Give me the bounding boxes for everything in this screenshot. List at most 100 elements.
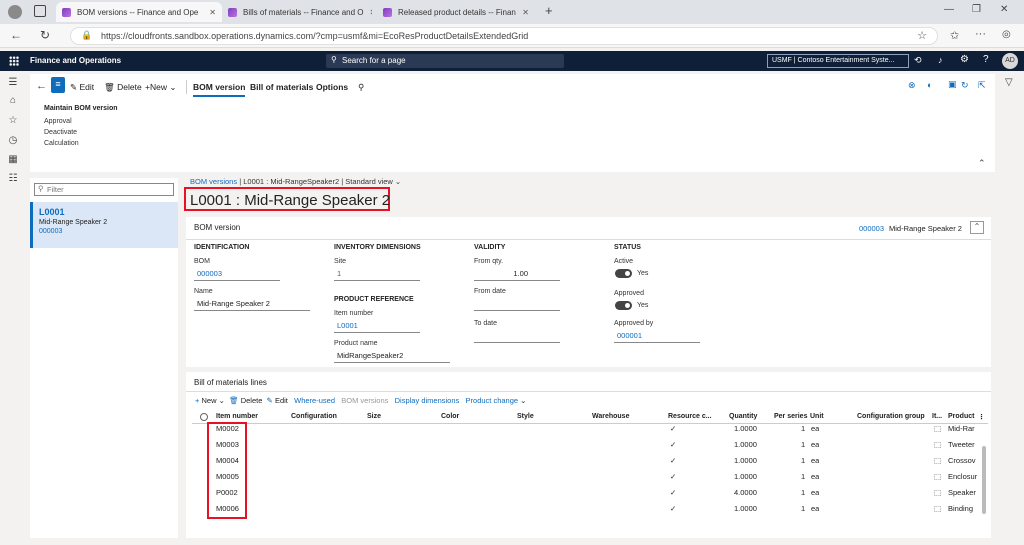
column-size[interactable]: Size: [367, 413, 381, 420]
copilot-icon[interactable]: ◎: [1002, 29, 1011, 40]
item-number-field[interactable]: L0001: [334, 321, 420, 333]
recent-clock-icon[interactable]: ◷: [7, 135, 19, 146]
browser-tab-bom-versions[interactable]: BOM versions -- Finance and Ope ✕: [56, 2, 222, 22]
restore-icon[interactable]: ❐: [972, 4, 981, 15]
view-selector[interactable]: Standard view ⌄: [345, 177, 401, 186]
table-row[interactable]: P0002 ✓ 4.0000 1 ea ⬚ Speaker: [192, 485, 982, 501]
back-arrow-icon[interactable]: ←: [36, 80, 47, 92]
copilot-icon[interactable]: ⟲: [914, 55, 922, 66]
filter-pane-icon[interactable]: ▽: [1005, 77, 1013, 88]
lines-delete-button[interactable]: 🗑 Delete: [229, 396, 262, 405]
settings-gear-icon[interactable]: ⚙: [960, 54, 969, 65]
refresh-icon[interactable]: ↻: [40, 28, 50, 42]
column-configuration[interactable]: Configuration: [291, 413, 337, 420]
product-name-field[interactable]: MidRangeSpeaker2: [334, 351, 450, 363]
browser-tab-bills-of-materials[interactable]: Bills of materials -- Finance and O ✕: [222, 2, 372, 22]
more-icon[interactable]: ···: [975, 28, 986, 40]
approved-toggle[interactable]: [615, 301, 632, 310]
profile-avatar-icon[interactable]: [8, 5, 22, 19]
bom-field[interactable]: 000003: [194, 269, 280, 281]
column-product[interactable]: Product: [948, 413, 974, 420]
select-all-radio[interactable]: [200, 413, 208, 421]
card-header[interactable]: Bill of materials lines: [194, 378, 267, 387]
help-icon[interactable]: ?: [983, 54, 989, 65]
table-row[interactable]: M0006 ✓ 1.0000 1 ea ⬚ Binding: [192, 501, 982, 517]
app-launcher-icon[interactable]: [9, 56, 19, 66]
workspaces-icon[interactable]: ▦: [7, 154, 19, 165]
column-style[interactable]: Style: [517, 413, 534, 420]
to-date-field[interactable]: [474, 331, 560, 343]
tab-actions-icon[interactable]: [34, 5, 46, 17]
action-search-icon[interactable]: ⚲: [358, 82, 364, 93]
column-per-series[interactable]: Per series: [774, 413, 807, 420]
back-icon[interactable]: ←: [10, 28, 22, 42]
favorites-star-icon[interactable]: ☆: [7, 115, 19, 126]
lines-new-button[interactable]: + New ⌄: [195, 396, 225, 405]
column-unit[interactable]: Unit: [810, 413, 824, 420]
user-avatar[interactable]: AD: [1002, 53, 1018, 69]
grid-scrollbar[interactable]: [982, 446, 986, 514]
close-tab-icon[interactable]: ✕: [516, 8, 529, 17]
refresh-page-icon[interactable]: ↻: [961, 80, 969, 91]
close-tab-icon[interactable]: ✕: [364, 8, 373, 17]
hamburger-menu-icon[interactable]: ☰: [7, 77, 19, 88]
close-window-icon[interactable]: ✕: [1000, 4, 1008, 15]
column-color[interactable]: Color: [441, 413, 459, 420]
tab-bom-version[interactable]: BOM version: [193, 82, 246, 97]
display-dimensions-button[interactable]: Display dimensions: [395, 396, 460, 405]
close-tab-icon[interactable]: ✕: [203, 8, 216, 17]
collapse-chevron-up-icon[interactable]: ⌃: [970, 221, 984, 234]
company-picker[interactable]: USMF | Contoso Entertainment Syste...: [767, 54, 909, 68]
column-item-number[interactable]: Item number: [216, 413, 258, 420]
edit-button[interactable]: ✎ Edit: [70, 82, 94, 93]
column-resource-consumption[interactable]: Resource c...: [668, 413, 712, 420]
column-quantity[interactable]: Quantity: [729, 413, 757, 420]
deactivate-button[interactable]: Deactivate: [44, 129, 77, 136]
table-row[interactable]: M0004 ✓ 1.0000 1 ea ⬚ Crossov: [192, 453, 982, 469]
tab-bill-of-materials[interactable]: Bill of materials: [250, 82, 313, 92]
approval-button[interactable]: Approval: [44, 118, 72, 125]
browser-tab-released-product[interactable]: Released product details -- Finan ✕: [377, 2, 535, 22]
card-header[interactable]: BOM version: [194, 223, 240, 232]
from-qty-field[interactable]: 1.00: [474, 269, 560, 281]
table-row[interactable]: M0003 ✓ 1.0000 1 ea ⬚ Tweeter: [192, 437, 982, 453]
list-view-icon[interactable]: ≡: [51, 77, 65, 93]
where-used-button[interactable]: Where-used: [294, 396, 335, 405]
url-field[interactable]: 🔒 https://cloudfronts.sandbox.operations…: [70, 27, 938, 45]
summary-code[interactable]: 000003: [859, 224, 884, 233]
product-change-button[interactable]: Product change ⌄: [466, 396, 527, 405]
collapse-action-pane-icon[interactable]: ⌃: [978, 158, 986, 169]
office-integration-icon[interactable]: ⊗: [908, 80, 916, 91]
from-date-field[interactable]: [474, 299, 560, 311]
global-search-input[interactable]: ⚲ Search for a page: [326, 54, 564, 68]
delete-button[interactable]: 🗑 Delete: [104, 82, 142, 93]
site-field[interactable]: 1: [334, 269, 420, 281]
bom-versions-button[interactable]: BOM versions: [341, 396, 388, 405]
filter-input[interactable]: ⚲ Filter: [34, 183, 174, 196]
notifications-icon[interactable]: ♪: [938, 55, 943, 65]
table-row[interactable]: M0005 ✓ 1.0000 1 ea ⬚ Enclosur: [192, 469, 982, 485]
calculation-button[interactable]: Calculation: [44, 140, 79, 147]
list-item[interactable]: L0001 Mid-Range Speaker 2 000003: [30, 202, 178, 248]
modules-list-icon[interactable]: ☷: [7, 173, 19, 184]
new-button[interactable]: +New ⌄: [145, 82, 176, 93]
approved-by-field[interactable]: 000001: [614, 331, 700, 343]
open-new-window-icon[interactable]: ⇱: [978, 80, 986, 91]
breadcrumb-root[interactable]: BOM versions: [190, 177, 237, 186]
office-icon[interactable]: ◐: [927, 80, 932, 90]
attachments-icon[interactable]: ▣: [948, 79, 957, 90]
home-icon[interactable]: ⌂: [7, 95, 19, 106]
table-row[interactable]: M0002 ✓ 1.0000 1 ea ⬚ Mid-Rar: [192, 421, 982, 437]
column-item-type[interactable]: It...: [932, 413, 942, 420]
column-configuration-group[interactable]: Configuration group: [857, 413, 925, 420]
favorite-star-icon[interactable]: ☆: [917, 29, 927, 42]
column-options-icon[interactable]: ⋮: [978, 413, 985, 421]
name-field[interactable]: Mid-Range Speaker 2: [194, 299, 310, 311]
tab-options[interactable]: Options: [316, 82, 348, 92]
column-warehouse[interactable]: Warehouse: [592, 413, 629, 420]
active-toggle[interactable]: [615, 269, 632, 278]
favorites-icon[interactable]: ✩: [950, 29, 959, 42]
lines-edit-button[interactable]: ✎ Edit: [267, 396, 288, 405]
new-tab-icon[interactable]: +: [545, 3, 553, 18]
minimize-icon[interactable]: —: [944, 4, 954, 15]
